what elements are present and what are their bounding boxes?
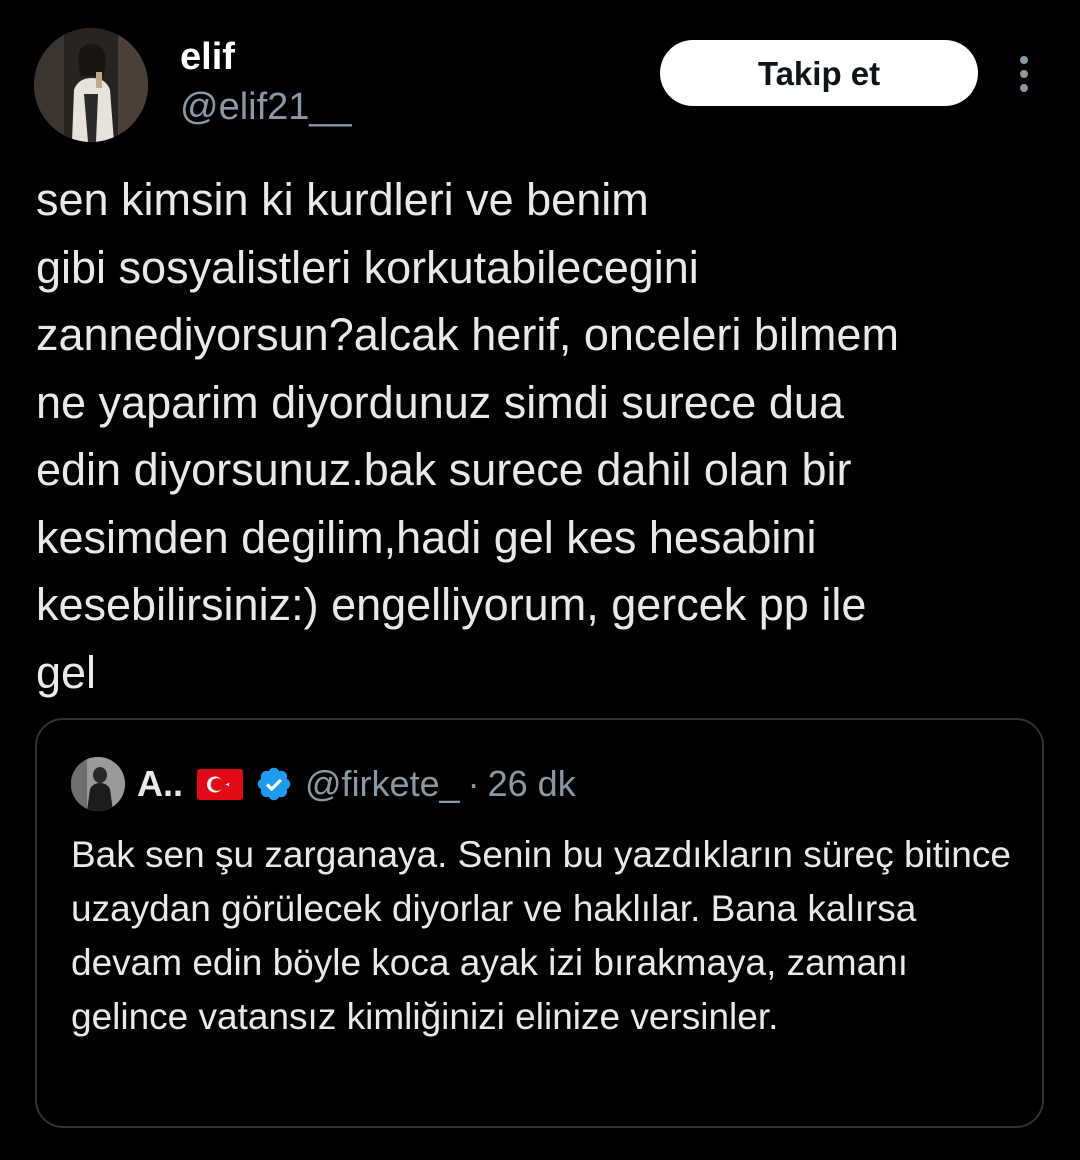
- tweet-text-line: sen kimsin ki kurdleri ve benim: [36, 174, 649, 225]
- tweet-text-line: edin diyorsunuz.bak surece dahil olan bi…: [36, 444, 852, 495]
- tweet-text-line: ne yaparim diyordunuz simdi surece dua: [36, 376, 844, 428]
- quoted-author-display-name[interactable]: A..: [137, 763, 183, 805]
- quoted-author-avatar[interactable]: [71, 757, 125, 811]
- quoted-tweet-text: Bak sen şu zarganaya. Senin bu yazdıklar…: [71, 834, 1011, 1037]
- tweet-header: elif @elif21__ Takip et: [0, 0, 1080, 150]
- follow-button[interactable]: Takip et: [660, 40, 978, 106]
- author-display-name[interactable]: elif: [180, 36, 352, 78]
- author-names: elif @elif21__: [180, 36, 352, 130]
- tweet-text-line: gibi sosyalistleri korkutabilecegini: [36, 241, 699, 293]
- author-handle[interactable]: @elif21__: [180, 84, 352, 130]
- header-separator: ·: [467, 763, 480, 804]
- more-vertical-icon[interactable]: [1004, 52, 1044, 96]
- quoted-tweet-header: A.. @firkete_ · 26 dk: [71, 756, 576, 812]
- quoted-tweet-card[interactable]: A.. @firkete_ · 26 dk Bak sen şu zargana…: [35, 718, 1044, 1128]
- tweet-text-line: kesimden degilim,hadi gel kes hesabini: [36, 511, 817, 563]
- quoted-author-handle[interactable]: @firkete_: [305, 763, 460, 805]
- tweet-text: sen kimsin ki kurdleri ve benim gibi sosy…: [36, 166, 1056, 706]
- tweet-text-line: kesebilirsiniz:) engelliyorum, gercek pp…: [36, 579, 867, 630]
- quoted-tweet-time[interactable]: 26 dk: [488, 763, 576, 805]
- author-avatar[interactable]: [34, 28, 148, 142]
- tweet-text-line: gel: [36, 646, 97, 698]
- turkey-flag-icon: [197, 768, 244, 800]
- verified-badge-icon: [257, 767, 291, 801]
- tweet-text-line: zannediyorsun?alcak herif, onceleri bilm…: [36, 309, 899, 360]
